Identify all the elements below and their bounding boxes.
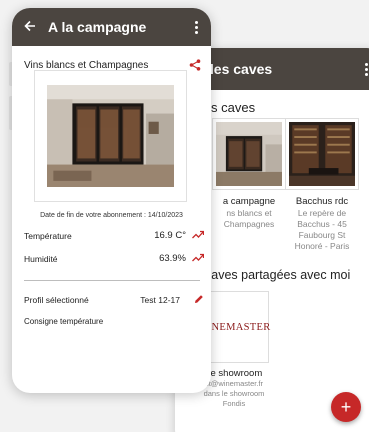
cave-subtitle: Vins blancs et Champagnes [24, 59, 149, 71]
share-icon[interactable] [189, 59, 201, 71]
trending-up-icon[interactable] [192, 230, 205, 241]
temperature-row[interactable]: Température 16.9 C° [24, 230, 205, 241]
cave-description: ns blancs et Champagnes [223, 208, 275, 229]
more-vert-icon[interactable] [189, 20, 203, 34]
divider [24, 280, 200, 281]
humidity-label: Humidité [24, 253, 58, 264]
app-header: A la campagne [12, 8, 211, 46]
cave-thumbnail [212, 118, 286, 190]
cave-card[interactable]: a campagne ns blancs et Champagnes [212, 118, 286, 230]
temperature-label: Température [24, 230, 72, 241]
cave-name: Bacchus rdc [295, 196, 349, 207]
cave-card[interactable]: Bacchus rdc Le repère de Bacchus - 45 Fa… [285, 118, 359, 252]
profile-value: Test 12-17 [140, 295, 180, 305]
section-title-shared: caves partagées avec moi [205, 268, 351, 282]
cave-thumbnail [285, 118, 359, 190]
consigne-temperature-label: Consigne température [24, 317, 104, 326]
temperature-value: 16.9 C° [154, 230, 186, 241]
edit-icon[interactable] [194, 294, 204, 306]
shared-cave-description: st@winemaster.fr dans le showroom Fondis [203, 379, 265, 408]
header-title: A la campagne [48, 19, 147, 35]
arrow-left-icon[interactable] [24, 19, 48, 36]
profile-label: Profil sélectionné [24, 295, 89, 305]
profile-row[interactable]: Profil sélectionné Test 12-17 [24, 294, 204, 306]
add-cave-button[interactable]: + [331, 392, 361, 422]
more-vert-icon[interactable] [359, 62, 369, 76]
humidity-row[interactable]: Humidité 63.9% [24, 253, 205, 264]
humidity-value: 63.9% [159, 253, 186, 264]
header-title: de des caves [185, 61, 273, 77]
trending-up-icon[interactable] [192, 253, 205, 264]
subscription-end-date: Date de fin de votre abonnement : 14/10/… [40, 212, 183, 219]
cave-description: Le repère de Bacchus - 45 Faubourg St Ho… [294, 208, 350, 251]
cave-name: a campagne [222, 196, 276, 207]
cave-photo [34, 70, 187, 202]
cave-detail-screen: A la campagne Vins blancs et Champagnes [12, 8, 211, 393]
